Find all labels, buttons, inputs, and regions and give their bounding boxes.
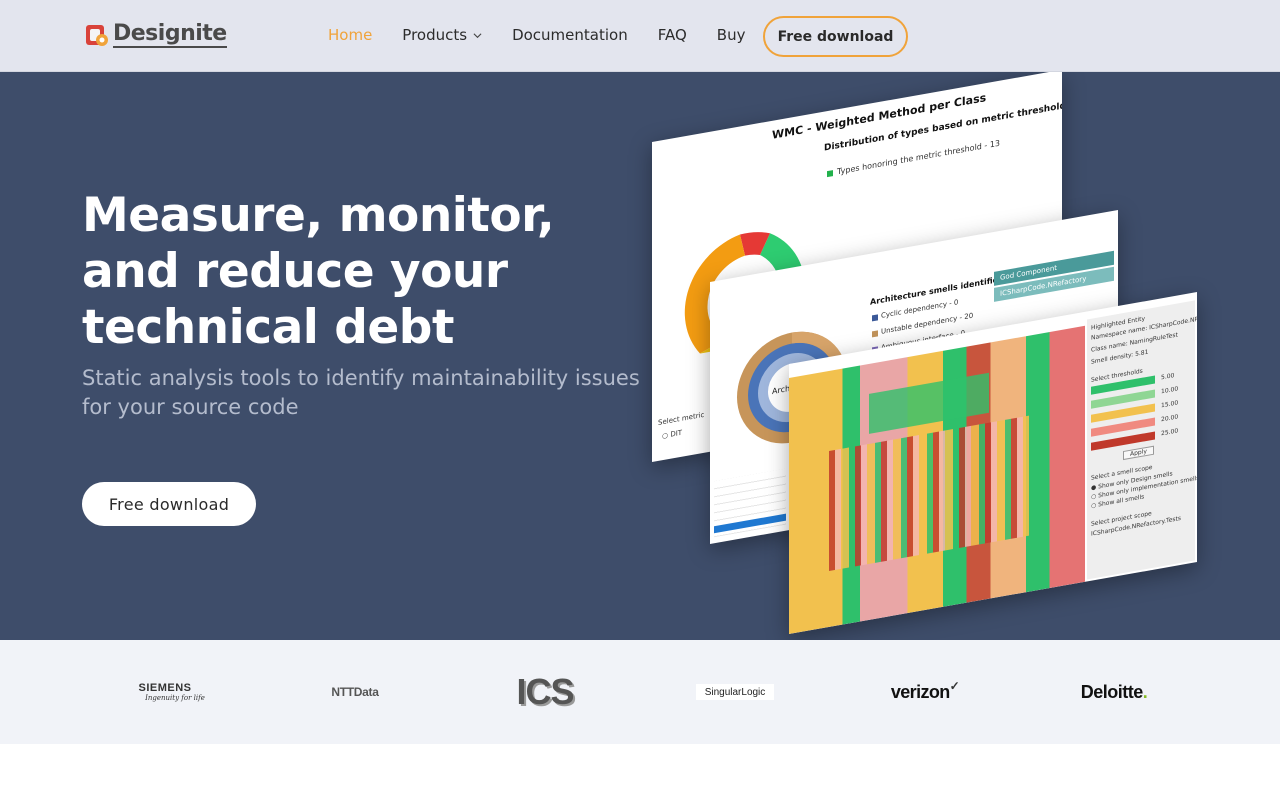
- verizon-logo: verizon ✓: [890, 679, 960, 702]
- treemap-block[interactable]: [869, 372, 989, 434]
- threshold-value: 5.00: [1161, 372, 1175, 382]
- hero-free-download-button[interactable]: Free download: [82, 482, 256, 526]
- logo-wordmark: Designite: [113, 21, 227, 48]
- threshold-value: 10.00: [1161, 385, 1179, 396]
- treemap-area[interactable]: [789, 325, 1085, 634]
- siemens-logo: SIEMENS Ingenuity for life: [138, 682, 205, 702]
- chevron-down-icon: [473, 32, 482, 38]
- deloitte-logo: Deloitte.: [1080, 681, 1148, 702]
- designite-logo-icon: [85, 22, 111, 48]
- legend-swatch: [872, 314, 878, 322]
- threshold-value: 20.00: [1161, 413, 1179, 424]
- table-row-selected[interactable]: [714, 513, 786, 534]
- nav-link-home[interactable]: Home: [328, 26, 372, 44]
- ics-logo: ICS: [516, 671, 574, 712]
- nav-link-products[interactable]: Products: [402, 26, 482, 44]
- arch-smell-table: [714, 468, 786, 538]
- designite-logo[interactable]: Designite: [85, 20, 227, 50]
- singular-logic-logo: SingularLogic: [696, 684, 774, 700]
- threshold-value: 15.00: [1161, 399, 1179, 410]
- hero-subtitle: Static analysis tools to identify mainta…: [82, 366, 640, 419]
- client-logos-strip: SIEMENS Ingenuity for life NTTData ICS S…: [0, 640, 1280, 744]
- wmc-select-metric: Select metric: [658, 410, 705, 427]
- nav-link-products-label: Products: [402, 26, 468, 44]
- legend-swatch: [872, 330, 878, 338]
- apply-button[interactable]: Apply: [1123, 445, 1154, 461]
- top-navbar: Designite Home Products Documentation FA…: [0, 0, 1280, 72]
- ntt-data-logo: NTTData: [331, 685, 379, 699]
- threshold-value: 25.00: [1161, 427, 1179, 438]
- nav-free-download-button[interactable]: Free download: [763, 16, 908, 57]
- nav-link-documentation[interactable]: Documentation: [512, 26, 628, 44]
- nav-link-faq[interactable]: FAQ: [658, 26, 687, 44]
- legend-swatch: [827, 170, 833, 178]
- hero-section: Measure, monitor, and reduce your techni…: [0, 72, 1280, 640]
- treemap-block[interactable]: [829, 415, 1029, 571]
- hero-title: Measure, monitor, and reduce your techni…: [82, 188, 555, 355]
- wmc-radio-dit[interactable]: ○ DIT: [662, 429, 682, 441]
- nav-links: Home Products Documentation FAQ Buy: [328, 26, 775, 44]
- design-side-panel: Highlighted Entity Namespace name: ICSha…: [1087, 300, 1197, 580]
- nav-link-buy[interactable]: Buy: [717, 26, 746, 44]
